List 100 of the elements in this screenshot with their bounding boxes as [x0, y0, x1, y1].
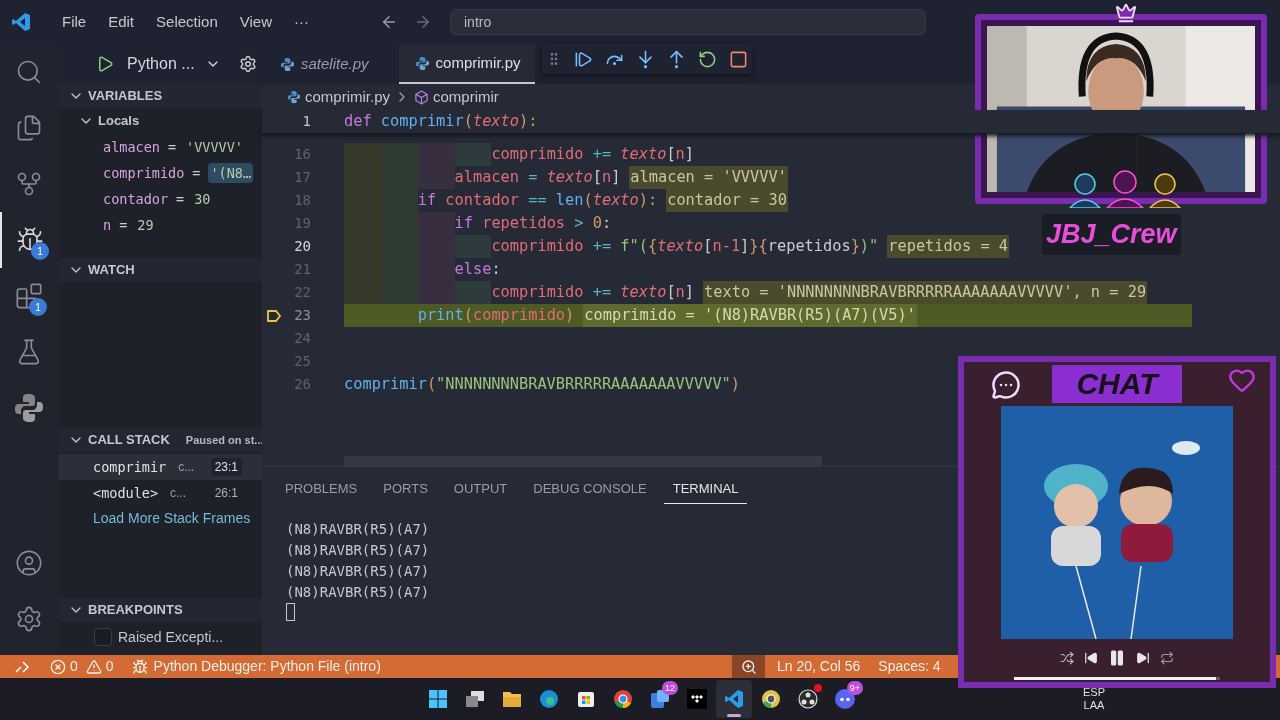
panel-tab[interactable]: PORTS	[374, 474, 437, 504]
chrome-icon[interactable]	[761, 689, 781, 709]
inline-value: contador = 30	[666, 189, 788, 212]
panel-tab[interactable]: TERMINAL	[663, 474, 748, 504]
menu-item[interactable]: ···	[283, 10, 320, 34]
language-indicator[interactable]: ESP	[1083, 686, 1105, 699]
equals-sign: =	[176, 189, 185, 209]
browser-icon[interactable]	[539, 689, 559, 709]
editor-tab[interactable]: comprimir.py	[398, 44, 535, 84]
error-icon	[50, 658, 66, 675]
task-view-icon[interactable]	[465, 689, 485, 709]
language-indicator[interactable]: LAA	[1083, 699, 1105, 712]
count-badge: 1	[29, 298, 47, 316]
blocks-button[interactable]: 1	[0, 268, 58, 324]
count-badge: 9+	[846, 681, 863, 695]
load-more-link[interactable]: Load More Stack Frames	[58, 507, 251, 530]
step-into-icon[interactable]	[636, 49, 655, 69]
chrome-icon[interactable]	[613, 689, 633, 709]
variable-value[interactable]: 'VVVVV'	[184, 136, 245, 158]
inline-value: comprimido = '(N8)RAVBR(R5)(A7)(V5)'	[583, 304, 917, 327]
panel-tab[interactable]: OUTPUT	[444, 474, 517, 504]
breadcrumb-item[interactable]: comprimir	[433, 85, 499, 109]
step-out-icon[interactable]	[667, 49, 686, 69]
forward-arrow-icon[interactable]	[414, 13, 432, 31]
editor-tab[interactable]: satelite.py	[262, 44, 387, 84]
panel-tab[interactable]: PROBLEMS	[276, 474, 367, 504]
line-number: 22	[294, 283, 311, 302]
line-number: 21	[294, 260, 311, 279]
variable-name[interactable]: comprimido	[103, 162, 185, 184]
previous-track-icon[interactable]	[1084, 651, 1098, 665]
section-title: VARIABLES	[88, 87, 163, 106]
menu-item[interactable]: View	[228, 10, 283, 34]
music-app-icon[interactable]	[687, 689, 707, 709]
settings-icon[interactable]	[238, 55, 257, 73]
section-title: WATCH	[88, 261, 135, 280]
variable-value[interactable]: '(N8…	[208, 162, 254, 184]
bug-icon	[131, 658, 148, 675]
settings-icon	[15, 605, 43, 633]
code-text: comprimir("NNNNNNNNBRAVBRRRRRAAAAAAAVVVVV")	[344, 374, 741, 396]
variable-name[interactable]: contador	[103, 188, 169, 210]
tab-label: comprimir.py	[435, 52, 521, 73]
windows-logo-icon[interactable]	[428, 689, 448, 709]
inline-value: texto = 'NNNNNNNNBRAVBRRRRRAAAAAAAVVVVV', n = 29	[703, 281, 1148, 304]
python-icon	[13, 392, 45, 424]
section-title: CALL STACK	[88, 431, 170, 450]
count-badge: 12	[662, 681, 678, 695]
python-file-icon	[287, 90, 301, 104]
account-icon	[15, 549, 43, 577]
terminal-line: (N8)RAVBR(R5)(A7)	[286, 520, 431, 539]
line-number: 16	[294, 145, 311, 164]
next-track-icon[interactable]	[1136, 651, 1150, 665]
remote-icon[interactable]	[14, 658, 30, 675]
stack-frame-row[interactable]: comprimir c... 23:1	[58, 454, 262, 480]
terminal-line: (N8)RAVBR(R5)(A7)	[286, 583, 431, 602]
variable-name[interactable]: n	[103, 214, 112, 236]
menu-item[interactable]: File	[51, 10, 98, 34]
line-number: 24	[294, 329, 311, 348]
code-text: print(comprimido)	[417, 305, 575, 327]
variable-value[interactable]: 29	[135, 214, 156, 236]
code-text: if contador == len(texto):	[417, 190, 658, 212]
menu-item[interactable]: Edit	[97, 10, 146, 34]
variable-value[interactable]: 30	[192, 188, 213, 210]
scope-label: Locals	[98, 112, 140, 131]
indent-guide	[380, 281, 418, 304]
stack-frame-row[interactable]: <module> c... 26:1	[58, 480, 262, 506]
equals-sign: =	[119, 215, 128, 235]
code-text: comprimido += texto[n]	[491, 144, 695, 166]
restart-icon[interactable]	[698, 49, 717, 69]
folder-icon[interactable]	[502, 689, 522, 709]
breadcrumb-item[interactable]: comprimir.py	[305, 85, 390, 109]
symbol-icon	[414, 89, 429, 105]
store-bag-icon[interactable]	[576, 689, 596, 709]
line-number: 18	[294, 191, 311, 210]
stop-icon[interactable]	[729, 49, 748, 69]
code-editor-icon[interactable]	[724, 689, 744, 709]
python-file-icon	[414, 55, 430, 71]
recorder-icon[interactable]	[798, 689, 818, 709]
count-badge: 1	[31, 242, 49, 260]
equals-sign: =	[192, 163, 201, 183]
checkbox[interactable]	[94, 628, 112, 646]
scope-row[interactable]: Locals	[58, 108, 262, 134]
code-text: comprimido += f"({texto[n-1]}{repetidos})"	[491, 236, 879, 258]
continue-icon[interactable]	[574, 49, 593, 69]
bug-icon	[16, 226, 44, 254]
python-file-icon	[280, 56, 295, 72]
pause-icon[interactable]	[1108, 649, 1126, 667]
command-search-field[interactable]: intro	[450, 9, 926, 35]
shuffle-icon[interactable]	[1060, 651, 1074, 665]
line-number: 19	[294, 214, 311, 233]
repeat-icon[interactable]	[1160, 651, 1174, 665]
panel-tab[interactable]: DEBUG CONSOLE	[524, 474, 656, 504]
variable-name[interactable]: almacen	[103, 136, 160, 158]
line-number: 20	[294, 237, 311, 256]
indent-guide	[454, 281, 492, 304]
line-number: 25	[294, 352, 311, 371]
zoom-button[interactable]	[732, 655, 765, 678]
menu-item[interactable]: Selection	[145, 10, 229, 34]
chat-app-icon[interactable]	[650, 689, 670, 709]
start-debugging-button[interactable]	[96, 55, 114, 73]
line-number: 26	[294, 375, 311, 394]
